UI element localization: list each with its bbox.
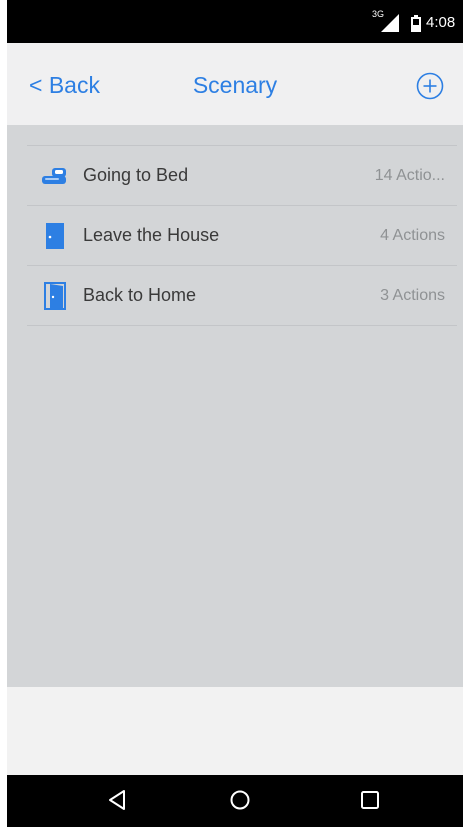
signal-icon xyxy=(381,14,399,32)
phone-screen: 3G 4:08 < Back Scenary Going to Bed 14 A… xyxy=(7,0,463,827)
open-door-icon xyxy=(44,282,66,310)
door-icon xyxy=(46,223,64,249)
action-count: 3 Actions xyxy=(380,287,445,304)
navigation-bar xyxy=(7,775,463,827)
action-count: 4 Actions xyxy=(380,227,445,244)
battery-icon xyxy=(411,15,421,32)
clock: 4:08 xyxy=(426,14,456,31)
list-item[interactable]: Leave the House 4 Actions xyxy=(27,206,457,266)
back-nav-icon[interactable] xyxy=(105,787,131,813)
list-item[interactable]: Back to Home 3 Actions xyxy=(27,266,457,326)
scene-name: Going to Bed xyxy=(83,165,189,185)
bottom-panel xyxy=(7,687,463,775)
status-bar: 3G 4:08 xyxy=(7,0,463,43)
list-item[interactable]: Going to Bed 14 Actio... xyxy=(27,146,457,206)
app-header: < Back Scenary xyxy=(7,43,463,125)
scene-list: Going to Bed 14 Actio... Leave the House… xyxy=(27,145,457,326)
scene-name: Leave the House xyxy=(83,225,220,245)
page-title: Scenary xyxy=(192,72,278,98)
recents-nav-icon[interactable] xyxy=(357,787,383,813)
scene-name: Back to Home xyxy=(83,285,197,305)
add-scene-button[interactable] xyxy=(415,71,445,101)
bed-icon xyxy=(42,168,66,184)
home-nav-icon[interactable] xyxy=(227,787,253,813)
action-count: 14 Actio... xyxy=(374,167,445,184)
